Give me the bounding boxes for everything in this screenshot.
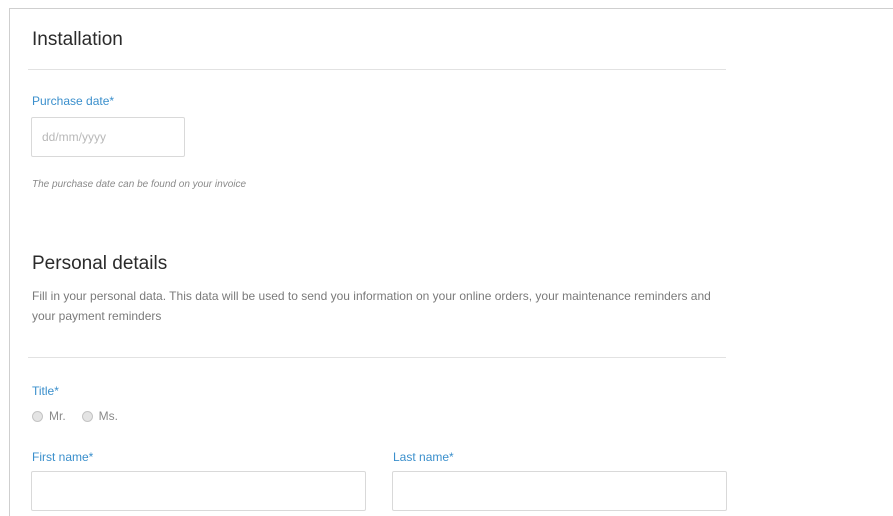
last-name-input[interactable] [392, 471, 727, 511]
radio-ms[interactable] [81, 410, 93, 422]
personal-details-heading: Personal details [32, 253, 168, 274]
radio-ms-label: Ms. [98, 409, 119, 423]
personal-details-divider [28, 357, 726, 358]
radio-mr[interactable] [32, 410, 43, 422]
first-name-input[interactable] [31, 471, 366, 511]
installation-divider [28, 69, 726, 70]
title-field-label: Title* [32, 384, 59, 398]
purchase-date-hint: The purchase date can be found on your i… [32, 179, 247, 190]
installation-heading: Installation [32, 29, 123, 50]
title-option-ms[interactable]: Ms. [81, 409, 119, 423]
personal-details-description: Fill in your personal data. This data wi… [32, 289, 711, 323]
title-radio-group: Mr. Ms. [32, 409, 134, 423]
purchase-date-input[interactable] [31, 117, 185, 157]
purchase-date-label: Purchase date* [32, 94, 115, 108]
title-option-mr[interactable]: Mr. [32, 409, 66, 423]
radio-mr-label: Mr. [49, 409, 66, 423]
first-name-label: First name* [32, 450, 94, 464]
last-name-label: Last name* [393, 450, 454, 464]
